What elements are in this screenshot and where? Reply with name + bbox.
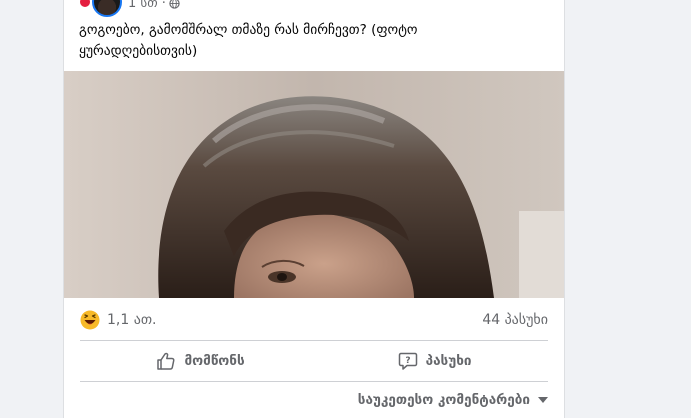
globe-icon: [169, 0, 180, 9]
like-label: მომწონს: [184, 353, 245, 369]
post-actions: მომწონს ? პასუხი: [80, 344, 548, 378]
speech-bubble-icon: ?: [398, 352, 417, 370]
notification-dot: [80, 0, 90, 7]
divider: [80, 381, 548, 382]
avatar[interactable]: [92, 0, 122, 17]
haha-emoji-icon: [80, 310, 100, 330]
chevron-down-icon: [538, 397, 548, 403]
thumbs-up-icon: [157, 352, 175, 370]
post-meta: 1 სთ ·: [128, 0, 180, 11]
post-photo[interactable]: [64, 71, 564, 298]
photo-image: [64, 71, 564, 298]
like-button[interactable]: მომწონს: [146, 347, 254, 375]
divider: [80, 340, 548, 341]
comment-button[interactable]: ? პასუხი: [388, 347, 482, 375]
comment-label: პასუხი: [425, 353, 472, 369]
post-card: 1 სთ · გოგოებო, გამომშრალ თმაზე რას მირჩ…: [63, 0, 565, 418]
reaction-count: 1,1 ათ.: [107, 312, 157, 328]
post-text: გოგოებო, გამომშრალ თმაზე რას მირჩევთ? (ფ…: [79, 22, 418, 59]
post-timestamp[interactable]: 1 სთ ·: [128, 0, 166, 11]
post-header: 1 სთ ·: [80, 0, 180, 17]
comments-sort-dropdown[interactable]: საუკეთესო კომენტარები: [358, 390, 548, 410]
svg-text:?: ?: [405, 356, 410, 366]
reaction-count-group[interactable]: 1,1 ათ.: [80, 310, 157, 330]
comments-sort-label: საუკეთესო კომენტარები: [357, 392, 530, 408]
comment-count[interactable]: 44 პასუხი: [482, 312, 548, 328]
reactions-summary: 1,1 ათ. 44 პასუხი: [80, 308, 548, 332]
